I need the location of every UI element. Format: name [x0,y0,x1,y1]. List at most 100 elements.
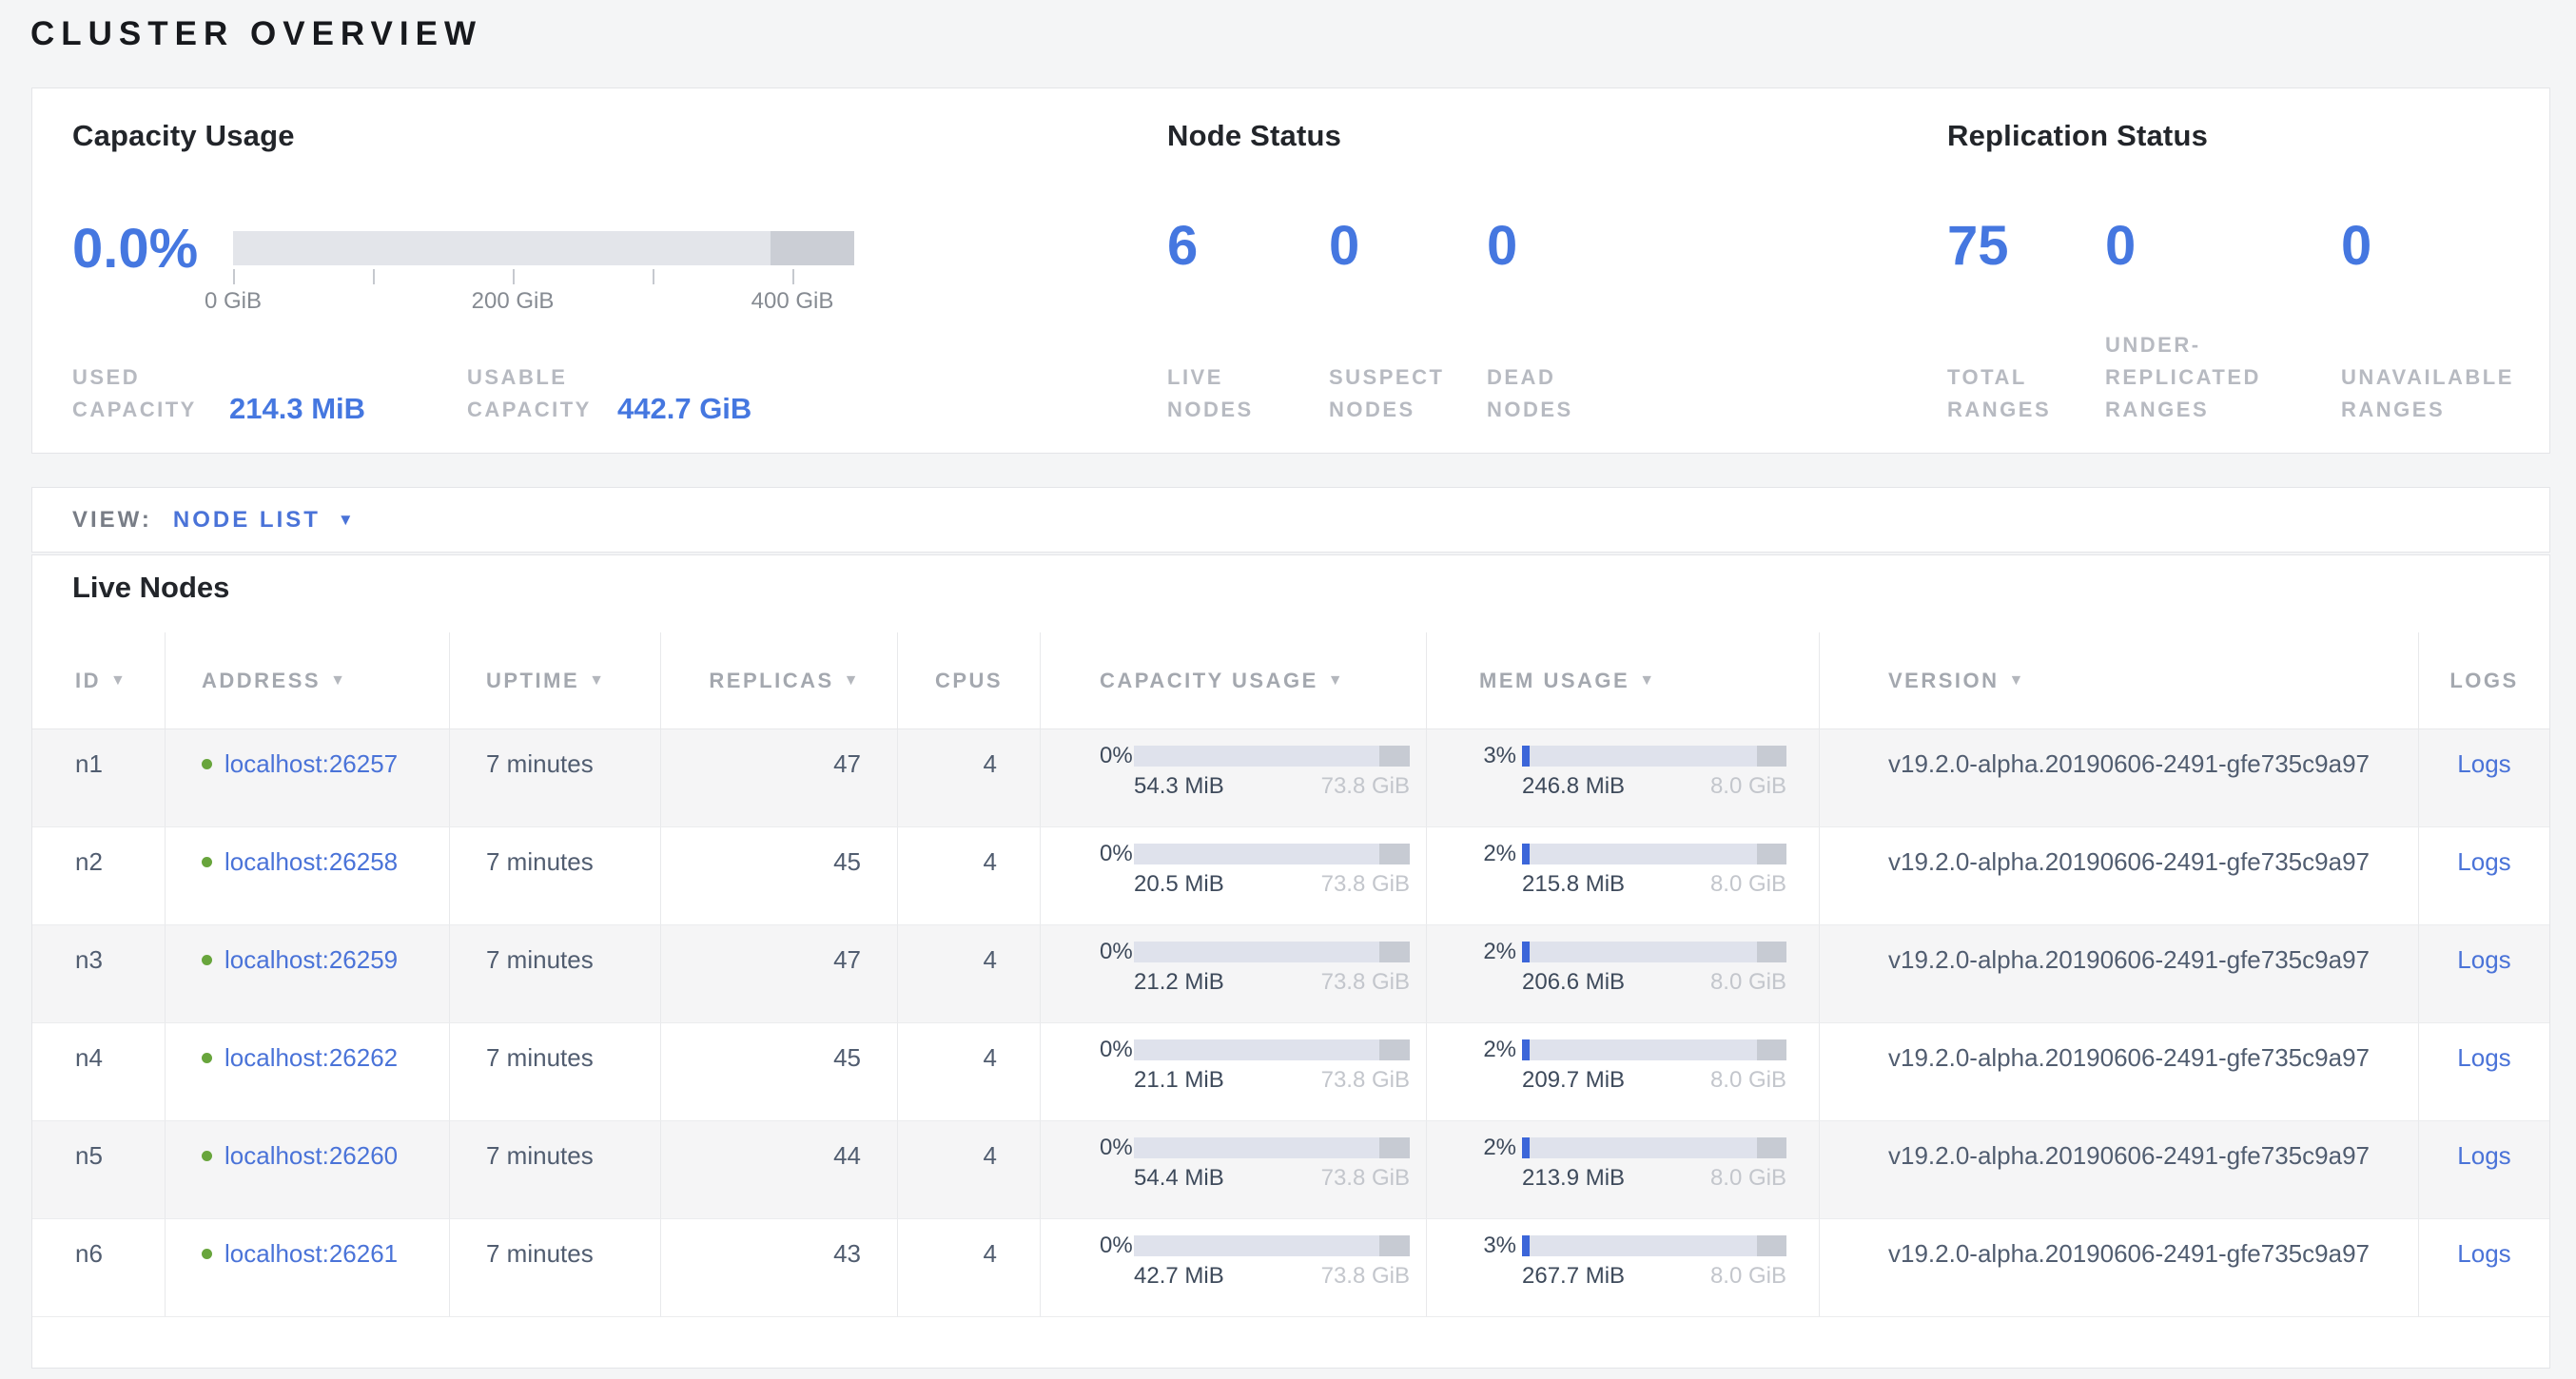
capacity-gauge-tick-label: 200 GiB [456,288,570,315]
column-header-uptime[interactable]: UPTIME▼ [450,632,661,728]
logs-link[interactable]: Logs [2457,847,2510,876]
capacity-usage-percent: 0% [1100,841,1128,867]
capacity-gauge-tick [513,269,515,284]
capacity-usage-total-value: 73.8 GiB [1321,1165,1410,1192]
cell-uptime: 7 minutes [450,1121,661,1218]
version-value: v19.2.0-alpha.20190606-2491-gfe735c9a97 [1888,1219,2418,1268]
node-address-link[interactable]: localhost:26259 [224,925,398,974]
cell-replicas: 43 [661,1219,898,1316]
cell-capacity-usage: 0%42.7 MiB73.8 GiB [1041,1219,1427,1316]
column-header-label: UPTIME [486,669,579,693]
node-status-stat-label-line: SUSPECT [1329,361,1444,394]
cell-version: v19.2.0-alpha.20190606-2491-gfe735c9a97 [1820,729,2419,826]
replicas-value: 47 [661,729,861,778]
capacity-usage-bar [1134,746,1410,767]
cell-node-id: n2 [32,827,166,924]
capacity-usage-values-line: 20.5 MiB73.8 GiB [1134,871,1410,898]
sort-arrow-icon: ▼ [110,672,127,690]
logs-link[interactable]: Logs [2457,749,2510,778]
cell-logs: Logs [2419,827,2549,924]
column-header-id[interactable]: ID▼ [32,632,166,728]
table-row: n6localhost:262617 minutes4340%42.7 MiB7… [32,1219,2549,1317]
node-status-stat-value: 0 [1487,217,1517,276]
node-id-value: n6 [75,1219,165,1268]
cpus-value: 4 [898,827,997,876]
version-value: v19.2.0-alpha.20190606-2491-gfe735c9a97 [1888,925,2418,974]
capacity-usage-values-line: 54.4 MiB 73.8 GiB [1134,1165,1410,1192]
cell-node-id: n1 [32,729,166,826]
capacity-gauge-tick [233,269,235,284]
cell-mem-usage: 2%213.9 MiB8.0 GiB [1427,1121,1820,1218]
cell-capacity-usage: 0%21.2 MiB 73.8 GiB [1041,925,1427,1022]
node-status-stat-label-line: DEAD [1487,361,1573,394]
mem-usage-values-line: 215.8 MiB8.0 GiB [1522,871,1786,898]
capacity-usage-total-value: 73.8 GiB [1321,969,1410,996]
column-header-capacity[interactable]: CAPACITY USAGE▼ [1041,632,1427,728]
capacity-gauge-reserved-segment [771,231,854,265]
mem-usage-bar-fill [1522,844,1530,864]
version-value: v19.2.0-alpha.20190606-2491-gfe735c9a97 [1888,729,2418,778]
capacity-stat-label: USABLECAPACITY [467,361,617,426]
capacity-gauge-tick [792,269,794,284]
cell-uptime: 7 minutes [450,827,661,924]
column-header-address[interactable]: ADDRESS▼ [166,632,450,728]
view-selector-bar: VIEW: NODE LIST ▼ [31,487,2550,553]
logs-link[interactable]: Logs [2457,1043,2510,1072]
capacity-usage-used-value: 20.5 MiB [1134,871,1224,898]
mem-usage-bar-fill [1522,746,1530,767]
mem-usage-bar [1522,942,1786,962]
node-address-link[interactable]: localhost:26257 [224,729,398,778]
logs-link[interactable]: Logs [2457,1239,2510,1268]
node-status-stat-label: LIVENODES [1167,361,1254,426]
node-address-link[interactable]: localhost:26261 [224,1219,398,1268]
mem-usage-bar-line: 2% [1479,1037,1786,1063]
node-status-stat-value: 0 [1329,217,1359,276]
logs-link-wrap: Logs [2419,925,2549,974]
column-header-mem[interactable]: MEM USAGE▼ [1427,632,1820,728]
mem-usage-bar-line: 3% [1479,1233,1786,1259]
capacity-stat-label: USEDCAPACITY [72,361,229,426]
column-header-label: VERSION [1888,669,2000,693]
cell-address: localhost:26261 [166,1219,450,1316]
logs-link[interactable]: Logs [2457,1141,2510,1170]
column-header-version[interactable]: VERSION▼ [1820,632,2419,728]
cell-address: localhost:26260 [166,1121,450,1218]
mem-usage-bar-fill [1522,942,1530,962]
capacity-usage-used-value: 21.2 MiB [1134,969,1224,996]
node-address-link[interactable]: localhost:26262 [224,1023,398,1072]
mem-usage-bar-line: 2% [1479,1135,1786,1161]
cell-uptime: 7 minutes [450,729,661,826]
view-dropdown[interactable]: NODE LIST ▼ [173,507,357,534]
column-header-cpus[interactable]: CPUS [898,632,1041,728]
node-live-status-icon [202,857,212,867]
cpus-value: 4 [898,1121,997,1170]
node-status-stat-label: DEADNODES [1487,361,1573,426]
cell-mem-usage: 2%215.8 MiB8.0 GiB [1427,827,1820,924]
node-live-status-icon [202,759,212,769]
uptime-value: 7 minutes [486,827,660,876]
logs-link[interactable]: Logs [2457,945,2510,974]
column-header-logs[interactable]: LOGS [2419,632,2549,728]
capacity-usage-percent: 0% [1100,939,1128,965]
column-header-replicas[interactable]: REPLICAS▼ [661,632,898,728]
column-header-label: REPLICAS [709,669,833,693]
logs-link-wrap: Logs [2419,1121,2549,1170]
uptime-value: 7 minutes [486,1023,660,1072]
node-address-link[interactable]: localhost:26258 [224,827,398,876]
logs-link-wrap: Logs [2419,1219,2549,1268]
cell-cpus: 4 [898,827,1041,924]
view-dropdown-value[interactable]: NODE LIST [173,507,321,534]
capacity-used-percent: 0.0% [72,220,198,279]
mem-usage-values-line: 246.8 MiB8.0 GiB [1522,773,1786,800]
node-address-link[interactable]: localhost:26260 [224,1121,398,1170]
cpus-value: 4 [898,925,997,974]
capacity-usage-bar-reserved [1379,746,1410,767]
column-header-label: CPUS [935,669,1003,693]
mem-usage-values-line: 206.6 MiB8.0 GiB [1522,969,1786,996]
mem-usage-percent: 2% [1479,841,1516,867]
mem-usage-bar-reserved [1757,1137,1786,1158]
capacity-usage-used-value: 54.4 MiB [1134,1165,1224,1192]
node-id-value: n3 [75,925,165,974]
node-status-stat-label-line: NODES [1167,394,1254,426]
capacity-stat-value: 214.3 MiB [229,392,365,426]
